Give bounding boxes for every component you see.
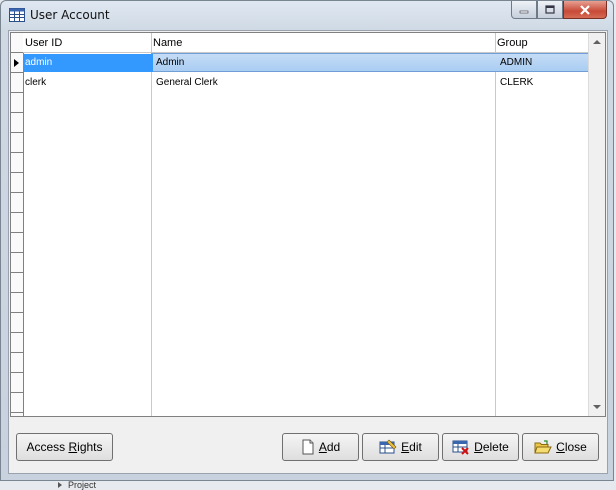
row-indicator bbox=[11, 153, 23, 173]
table-icon bbox=[9, 8, 25, 22]
edit-button[interactable]: Edit bbox=[362, 433, 439, 461]
add-label: Add bbox=[318, 440, 341, 454]
row-indicator-header bbox=[11, 33, 23, 53]
delete-button[interactable]: Delete bbox=[442, 433, 519, 461]
delete-table-icon bbox=[452, 440, 469, 455]
column-header-name[interactable]: Name bbox=[151, 33, 495, 53]
scroll-down-icon[interactable] bbox=[593, 405, 601, 409]
edit-label: Edit bbox=[401, 440, 422, 454]
row-indicator bbox=[11, 293, 23, 313]
edit-table-icon bbox=[379, 439, 397, 454]
row-indicator bbox=[11, 133, 23, 153]
row-indicator bbox=[11, 233, 23, 253]
grid-header: User ID Name Group bbox=[23, 33, 590, 53]
window-title: User Account bbox=[30, 8, 110, 22]
access-rights-button[interactable]: Access Rights bbox=[16, 433, 113, 461]
row-indicator bbox=[11, 313, 23, 333]
close-window-button[interactable] bbox=[563, 1, 607, 19]
cell-name[interactable]: General Clerk bbox=[154, 73, 218, 93]
minimize-icon bbox=[519, 10, 529, 13]
title-bar[interactable]: User Account bbox=[1, 1, 613, 29]
maximize-icon bbox=[545, 5, 555, 14]
user-account-window: User Account User ID Name Group admin Ad… bbox=[0, 0, 614, 481]
row-indicator bbox=[11, 173, 23, 193]
cell-name[interactable]: Admin bbox=[154, 53, 184, 73]
row-indicator bbox=[11, 193, 23, 213]
open-folder-icon bbox=[534, 439, 552, 453]
minimize-button[interactable] bbox=[511, 1, 537, 19]
row-indicator bbox=[11, 273, 23, 293]
current-row-arrow-icon bbox=[14, 59, 19, 67]
cell-user-id[interactable]: clerk bbox=[23, 73, 46, 93]
cell-user-id[interactable]: admin bbox=[23, 54, 153, 72]
row-indicator bbox=[11, 333, 23, 353]
row-indicator bbox=[11, 113, 23, 133]
cell-group[interactable]: ADMIN bbox=[498, 53, 532, 73]
add-button[interactable]: Add bbox=[282, 433, 359, 461]
row-indicator[interactable] bbox=[11, 73, 23, 93]
close-icon bbox=[580, 4, 590, 15]
row-indicator bbox=[11, 393, 23, 413]
close-button[interactable]: Close bbox=[522, 433, 599, 461]
access-rights-label: Access Rights bbox=[26, 440, 103, 454]
column-header-user-id[interactable]: User ID bbox=[23, 33, 151, 53]
tree-expand-icon bbox=[58, 482, 62, 488]
close-label: Close bbox=[556, 440, 587, 454]
delete-label: Delete bbox=[474, 440, 509, 454]
vertical-scrollbar[interactable] bbox=[588, 33, 605, 416]
row-indicator bbox=[11, 253, 23, 273]
cell-group[interactable]: CLERK bbox=[498, 73, 533, 93]
column-header-group[interactable]: Group bbox=[495, 33, 590, 53]
scroll-up-icon[interactable] bbox=[593, 40, 601, 44]
row-indicator bbox=[11, 373, 23, 393]
user-grid[interactable]: User ID Name Group admin Admin ADMIN cle… bbox=[10, 32, 606, 417]
table-row[interactable]: admin Admin ADMIN bbox=[23, 53, 595, 73]
new-document-icon bbox=[302, 439, 314, 455]
row-indicator bbox=[11, 353, 23, 373]
row-indicator bbox=[11, 93, 23, 113]
dialog-body: User ID Name Group admin Admin ADMIN cle… bbox=[8, 30, 608, 474]
table-row[interactable]: clerk General Clerk CLERK bbox=[23, 73, 590, 93]
maximize-button[interactable] bbox=[537, 1, 563, 19]
background-tree-item: Project bbox=[68, 480, 97, 490]
row-indicator[interactable] bbox=[11, 53, 23, 73]
row-indicator bbox=[11, 213, 23, 233]
